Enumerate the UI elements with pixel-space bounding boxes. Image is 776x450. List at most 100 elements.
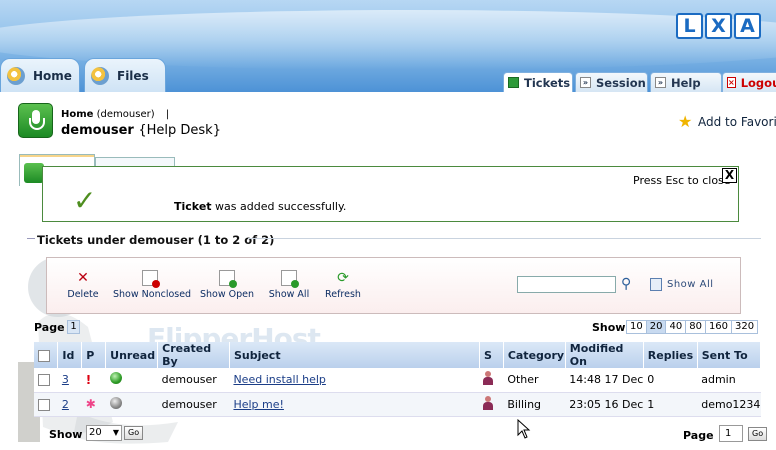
success-message: Ticket was added successfully. — [174, 200, 346, 213]
helpdesk-microphone-icon — [18, 103, 53, 138]
page-size-options: 10 20 40 80 160 320 — [626, 320, 759, 334]
cell-status — [479, 392, 504, 417]
breadcrumb-home[interactable]: Home — [61, 109, 93, 120]
tab-home-label: Home — [33, 68, 72, 83]
header-unread[interactable]: Unread — [105, 342, 159, 368]
cell-sent-to: admin — [697, 368, 761, 393]
cell-modified-on: 23:05 16 Dec — [565, 392, 644, 417]
row-checkbox[interactable] — [38, 398, 50, 411]
logo-letter: L — [676, 13, 703, 39]
refresh-label: Refresh — [325, 289, 361, 300]
paging-page-number[interactable]: 1 — [67, 320, 80, 334]
show-nonclosed-label: Show Nonclosed — [113, 289, 192, 300]
cell-unread — [105, 392, 158, 417]
footer-show-label: Show — [49, 428, 83, 441]
success-popup: Press Esc to close X ✓ Ticket was added … — [42, 166, 739, 222]
logout-icon: × — [727, 77, 736, 88]
star-icon: ★ — [678, 112, 693, 131]
tab-tickets[interactable]: Tickets — [503, 72, 573, 92]
close-icon[interactable]: X — [722, 168, 737, 183]
cell-status — [479, 368, 504, 393]
page-size-option[interactable]: 160 — [704, 320, 733, 334]
chevron-down-icon: ▼ — [112, 428, 119, 437]
cell-priority: ! — [81, 368, 106, 393]
header-category[interactable]: Category — [503, 342, 566, 368]
row-select[interactable] — [34, 368, 58, 393]
page-size-option[interactable]: 320 — [731, 320, 759, 334]
logo-letter: X — [705, 13, 732, 39]
show-open-button[interactable]: Show Open — [199, 270, 255, 300]
page-size-option[interactable]: 80 — [685, 320, 706, 334]
ticket-id-link[interactable]: 2 — [62, 398, 69, 411]
cell-category: Billing — [503, 392, 566, 417]
header-status[interactable]: S — [479, 342, 504, 368]
subject-link[interactable]: Need install help — [233, 373, 325, 386]
header-sent-to[interactable]: Sent To — [697, 342, 762, 368]
priority-flag-icon: ✱ — [85, 397, 96, 411]
cell-replies: 0 — [643, 368, 698, 393]
subject-link[interactable]: Help me! — [233, 398, 283, 411]
refresh-button[interactable]: ⟳ Refresh — [323, 270, 363, 300]
tab-tickets-label: Tickets — [524, 75, 571, 90]
add-to-favorites-link[interactable]: ★ Add to Favorites — [678, 114, 776, 130]
search-input[interactable] — [517, 276, 616, 293]
search-icon[interactable]: ⚲ — [621, 276, 631, 292]
section-divider-left — [27, 238, 35, 239]
show-all-icon[interactable] — [650, 278, 662, 291]
cell-subject: Help me! — [229, 392, 480, 417]
help-icon: » — [655, 77, 666, 88]
logo-letter: A — [734, 13, 761, 39]
cell-category: Other — [503, 368, 566, 393]
page-title-user: demouser — [61, 123, 134, 138]
ticket-id-link[interactable]: 3 — [62, 373, 69, 386]
show-all-button[interactable]: Show All — [265, 270, 313, 300]
open-tickets-icon — [219, 270, 237, 288]
message-rest: was added successfully. — [211, 200, 347, 213]
breadcrumb: Home (demouser) | — [61, 109, 169, 120]
page-size-go-button[interactable]: Go — [124, 426, 144, 440]
page-number-input[interactable]: 1 — [719, 425, 743, 442]
header-created-by[interactable]: Created By — [157, 342, 230, 368]
cell-subject: Need install help — [229, 368, 480, 393]
cell-priority: ✱ — [81, 392, 106, 417]
show-nonclosed-button[interactable]: Show Nonclosed — [113, 270, 191, 300]
page-size-option[interactable]: 10 — [626, 320, 647, 334]
message-bold: Ticket — [174, 200, 212, 213]
header-subject[interactable]: Subject — [229, 342, 480, 368]
ticket-toolbar: ✕ Delete Show Nonclosed Show Open Show A… — [46, 257, 741, 314]
row-checkbox[interactable] — [38, 374, 50, 387]
status-user-icon — [483, 395, 494, 410]
breadcrumb-user: (demouser) — [96, 109, 155, 120]
page-size-select[interactable]: 20 ▼ — [86, 425, 122, 441]
session-icon: » — [580, 77, 591, 88]
row-select[interactable] — [34, 392, 58, 417]
delete-button[interactable]: ✕ Delete — [63, 270, 103, 300]
cell-replies: 1 — [643, 392, 698, 417]
cell-created-by: demouser — [157, 368, 230, 393]
mouse-cursor-icon — [517, 419, 531, 439]
show-all-link[interactable]: Show All — [667, 279, 714, 290]
table-row[interactable]: 2 ✱ demouser Help me! Billing 23:05 16 D… — [34, 392, 761, 417]
tab-session[interactable]: » Session — [575, 72, 648, 92]
header-select-all[interactable] — [34, 342, 59, 368]
page-size-option[interactable]: 40 — [665, 320, 687, 334]
lxa-logo[interactable]: L X A — [676, 13, 761, 39]
tab-home[interactable]: Home — [0, 58, 80, 92]
header-modified-on[interactable]: Modified On — [565, 342, 644, 368]
footer-page-label: Page — [683, 429, 714, 442]
page-size-option-selected[interactable]: 20 — [645, 320, 667, 334]
tickets-icon — [508, 77, 519, 88]
tab-files[interactable]: Files — [84, 58, 166, 92]
page-go-button[interactable]: Go — [748, 427, 768, 441]
table-row[interactable]: 3 ! demouser Need install help Other 14:… — [34, 368, 761, 393]
header-id[interactable]: Id — [57, 342, 83, 368]
tab-logout[interactable]: × Logout — [722, 72, 776, 92]
section-title: Tickets under demouser (1 to 2 of 2) — [37, 233, 275, 247]
header-priority[interactable]: P — [81, 342, 107, 368]
header-replies[interactable]: Replies — [643, 342, 698, 368]
tab-help[interactable]: » Help — [650, 72, 722, 92]
select-all-checkbox[interactable] — [38, 349, 50, 362]
cell-id: 3 — [57, 368, 82, 393]
cell-created-by: demouser — [157, 392, 230, 417]
cell-id: 2 — [57, 392, 82, 417]
